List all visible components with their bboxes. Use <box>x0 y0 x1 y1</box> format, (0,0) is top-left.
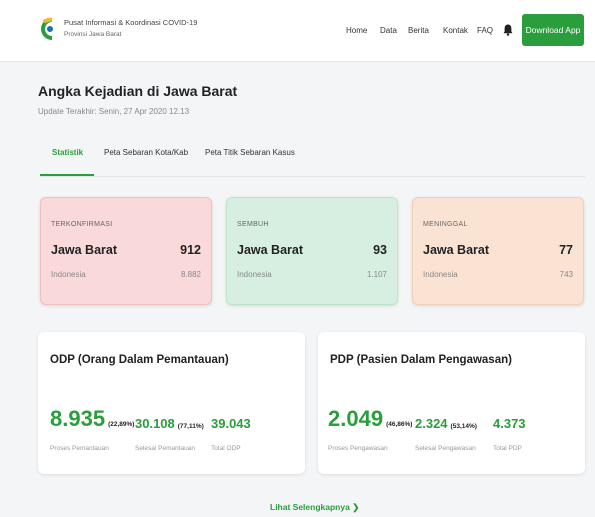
stat-region: Jawa Barat <box>423 243 490 257</box>
odp-process-value: 8.935 <box>50 406 106 431</box>
nav-faq[interactable]: FAQ <box>477 26 493 35</box>
active-tab-indicator <box>40 174 94 176</box>
brand-subtitle: Provinsi Jawa Barat <box>64 31 122 38</box>
pdp-card: PDP (Pasien Dalam Pengawasan) 2.049 (46,8… <box>318 332 585 474</box>
odp-done-percent: (77,11%) <box>177 423 204 430</box>
see-more-link[interactable]: Lihat Selengkapnya ❯ <box>270 502 359 513</box>
stat-sub-value: 743 <box>559 270 573 279</box>
pdp-total-caption: Total PDP <box>493 445 522 452</box>
page-title: Angka Kejadian di Jawa Barat <box>38 83 238 99</box>
tab-statistik[interactable]: Statistik <box>52 148 83 157</box>
download-app-button[interactable]: Download App <box>522 14 584 46</box>
nav-data[interactable]: Data <box>380 26 397 35</box>
last-update-text: Update Terakhir: Senin, 27 Apr 2020 12.1… <box>38 107 190 116</box>
nav-home[interactable]: Home <box>346 26 367 35</box>
odp-total-caption: Total ODP <box>211 445 241 452</box>
tab-peta-sebaran-kota[interactable]: Peta Sebaran Kota/Kab <box>104 148 188 157</box>
pdp-process-value: 2.049 <box>328 406 384 431</box>
stat-label: TERKONFIRMASI <box>51 221 113 228</box>
stat-sub-label: Indonesia <box>423 270 458 279</box>
bell-icon[interactable] <box>503 24 513 36</box>
top-navbar: Pusat Informasi & Koordinasi COVID-19 Pr… <box>0 0 595 62</box>
pdp-process-percent: (46,86%) <box>386 421 413 428</box>
stat-region: Jawa Barat <box>237 243 304 257</box>
stat-sub-label: Indonesia <box>237 270 272 279</box>
stat-region: Jawa Barat <box>51 243 118 257</box>
recovered-card: SEMBUH Jawa Barat 93 Indonesia 1.107 <box>226 197 398 305</box>
stat-value: 912 <box>180 243 201 257</box>
pdp-done-value: 2.324 <box>415 416 448 431</box>
odp-process-caption: Proses Pemantauan <box>50 445 109 452</box>
odp-card: ODP (Orang Dalam Pemantauan) 8.935 (22,89… <box>38 332 305 474</box>
odp-title: ODP (Orang Dalam Pemantauan) <box>50 354 229 366</box>
pdp-title: PDP (Pasien Dalam Pengawasan) <box>330 354 512 366</box>
odp-process-percent: (22,89%) <box>108 421 135 428</box>
stat-sub-value: 1.107 <box>366 270 387 279</box>
pdp-process-caption: Proses Pengawasan <box>328 445 388 452</box>
pdp-total-value: 4.373 <box>493 416 526 431</box>
stat-value: 93 <box>373 243 387 257</box>
tab-peta-titik-sebaran[interactable]: Peta Titik Sebaran Kasus <box>205 148 295 157</box>
stat-value: 77 <box>559 243 573 257</box>
confirmed-card: TERKONFIRMASI Jawa Barat 912 Indonesia 8… <box>40 197 212 305</box>
stat-label: MENINGGAL <box>423 221 468 228</box>
logo-icon[interactable] <box>36 16 58 42</box>
pdp-done-percent: (53,14%) <box>450 423 477 430</box>
stat-sub-label: Indonesia <box>51 270 86 279</box>
stat-label: SEMBUH <box>237 221 269 228</box>
deaths-card: MENINGGAL Jawa Barat 77 Indonesia 743 <box>412 197 584 305</box>
odp-total-value: 39.043 <box>211 416 251 431</box>
nav-berita[interactable]: Berita <box>408 26 429 35</box>
stat-sub-value: 8.882 <box>180 270 201 279</box>
pdp-done-caption: Selesai Pengawasan <box>415 445 476 452</box>
brand-title: Pusat Informasi & Koordinasi COVID-19 <box>64 18 198 27</box>
odp-done-value: 30.108 <box>135 416 175 431</box>
odp-done-caption: Selesai Pemantauan <box>135 445 195 452</box>
nav-kontak[interactable]: Kontak <box>443 26 468 35</box>
tab-divider <box>40 176 585 177</box>
